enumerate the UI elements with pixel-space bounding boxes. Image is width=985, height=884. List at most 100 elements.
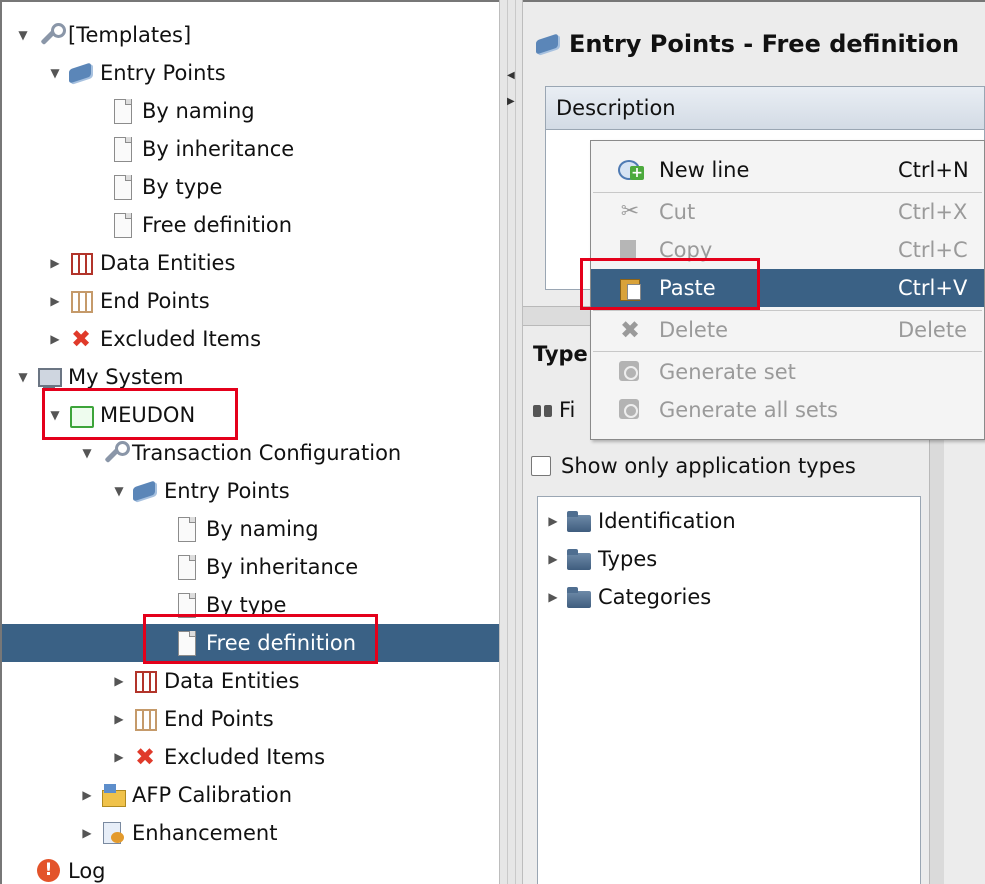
tree-item-templates-by-type[interactable]: By type <box>2 168 499 206</box>
tree-label: My System <box>68 365 184 389</box>
menu-item-generate-set[interactable]: Generate set <box>591 353 984 391</box>
tree-label: By naming <box>142 99 255 123</box>
tree-label: End Points <box>164 707 274 731</box>
find-button[interactable]: Fi <box>533 398 575 422</box>
types-tree-item-categories[interactable]: ▶ Categories <box>546 579 711 615</box>
book-icon <box>535 31 561 57</box>
menu-shortcut: Ctrl+C <box>898 238 968 262</box>
tree-label: Categories <box>598 585 712 609</box>
tree-item-tc-by-naming[interactable]: By naming <box>2 510 499 548</box>
end-points-icon <box>132 706 158 732</box>
collapsed-arrow-icon[interactable]: ▶ <box>546 552 560 566</box>
expand-right-icon[interactable]: ▶ <box>507 96 515 107</box>
tree-item-tc-end-points[interactable]: ▶ End Points <box>2 700 499 738</box>
types-tree: ▶ Identification ▶ Types ▶ Categories <box>537 496 921 884</box>
collapsed-arrow-icon[interactable]: ▶ <box>80 826 94 840</box>
menu-shortcut: Ctrl+V <box>898 276 968 300</box>
collapsed-arrow-icon[interactable]: ▶ <box>112 750 126 764</box>
types-tree-item-identification[interactable]: ▶ Identification <box>546 503 736 539</box>
tree-label: Enhancement <box>132 821 278 845</box>
folder-icon <box>566 508 592 534</box>
tree-item-templates[interactable]: ▼ [Templates] <box>2 16 499 54</box>
tree-label: AFP Calibration <box>132 783 293 807</box>
tree-label: By inheritance <box>206 555 359 579</box>
highlight-box-paste <box>580 258 760 310</box>
tree-item-templates-by-naming[interactable]: By naming <box>2 92 499 130</box>
collapsed-arrow-icon[interactable]: ▶ <box>112 712 126 726</box>
collapsed-arrow-icon[interactable]: ▶ <box>112 674 126 688</box>
expanded-arrow-icon[interactable]: ▼ <box>16 370 30 384</box>
tree-label: By type <box>142 175 223 199</box>
checkbox[interactable] <box>531 456 551 476</box>
navigation-tree: ▼ [Templates] ▼ Entry Points By naming B… <box>0 0 499 884</box>
tree-item-tc-entry-points[interactable]: ▼ Entry Points <box>2 472 499 510</box>
page-icon <box>110 174 136 200</box>
menu-shortcut: Ctrl+N <box>898 158 969 182</box>
collapsed-arrow-icon[interactable]: ▶ <box>48 332 62 346</box>
tree-item-templates-data-entities[interactable]: ▶ Data Entities <box>2 244 499 282</box>
tree-item-afp-calibration[interactable]: ▶ AFP Calibration <box>2 776 499 814</box>
scissors-icon: ✂ <box>620 199 640 224</box>
tree-label: Types <box>598 547 658 571</box>
tree-label: [Templates] <box>68 23 192 47</box>
types-tree-item-types[interactable]: ▶ Types <box>546 541 657 577</box>
menu-item-new-line[interactable]: New line Ctrl+N <box>591 151 984 189</box>
splitter-grip[interactable] <box>507 0 516 884</box>
page-title: Entry Points - Free definition <box>535 30 959 58</box>
tree-label: Entry Points <box>164 479 290 503</box>
show-only-application-types-checkbox[interactable]: Show only application types <box>531 454 856 478</box>
tree-item-templates-entry-points[interactable]: ▼ Entry Points <box>2 54 499 92</box>
tree-label: Excluded Items <box>164 745 326 769</box>
tree-label: Entry Points <box>100 61 226 85</box>
tree-item-enhancement[interactable]: ▶ Enhancement <box>2 814 499 852</box>
highlight-box-free-definition <box>143 614 378 664</box>
page-icon <box>110 98 136 124</box>
calibration-folder-icon <box>100 782 126 808</box>
menu-item-generate-all-sets[interactable]: Generate all sets <box>591 391 984 429</box>
tree-label: Data Entities <box>100 251 236 275</box>
tree-item-tc-excluded-items[interactable]: ▶ ✖ Excluded Items <box>2 738 499 776</box>
collapsed-arrow-icon[interactable]: ▶ <box>546 514 560 528</box>
red-x-icon: ✖ <box>70 325 92 353</box>
menu-label: Generate all sets <box>659 398 839 422</box>
checkbox-label: Show only application types <box>561 454 856 478</box>
page-icon <box>110 136 136 162</box>
collapsed-arrow-icon[interactable]: ▶ <box>80 788 94 802</box>
menu-shortcut: Delete <box>898 318 967 342</box>
expanded-arrow-icon[interactable]: ▼ <box>48 66 62 80</box>
delete-x-icon: ✖ <box>619 316 641 344</box>
expanded-arrow-icon[interactable]: ▼ <box>112 484 126 498</box>
alert-icon <box>36 858 62 884</box>
tree-item-tc-data-entities[interactable]: ▶ Data Entities <box>2 662 499 700</box>
expanded-arrow-icon[interactable]: ▼ <box>80 446 94 460</box>
tree-item-templates-end-points[interactable]: ▶ End Points <box>2 282 499 320</box>
menu-label: Generate set <box>659 360 796 384</box>
computer-icon <box>36 364 62 390</box>
tree-item-tc-by-inheritance[interactable]: By inheritance <box>2 548 499 586</box>
red-x-icon: ✖ <box>134 743 156 771</box>
pane-splitter[interactable]: ◀ ▶ <box>499 0 523 884</box>
description-column-header[interactable]: Description <box>546 87 984 130</box>
highlight-box-meudon <box>42 388 238 440</box>
find-label: Fi <box>559 398 576 422</box>
tree-item-templates-free-definition[interactable]: Free definition <box>2 206 499 244</box>
collapsed-arrow-icon[interactable]: ▶ <box>546 590 560 604</box>
tree-item-templates-by-inheritance[interactable]: By inheritance <box>2 130 499 168</box>
menu-item-cut[interactable]: ✂ Cut Ctrl+X <box>591 193 984 231</box>
menu-item-delete[interactable]: ✖ Delete Delete <box>591 311 984 349</box>
folder-icon <box>566 584 592 610</box>
collapsed-arrow-icon[interactable]: ▶ <box>48 256 62 270</box>
expanded-arrow-icon[interactable]: ▼ <box>16 28 30 42</box>
collapse-left-icon[interactable]: ◀ <box>507 70 515 81</box>
collapsed-arrow-icon[interactable]: ▶ <box>48 294 62 308</box>
tree-label: Log <box>68 859 106 883</box>
tree-item-templates-excluded-items[interactable]: ▶ ✖ Excluded Items <box>2 320 499 358</box>
tree-label: Transaction Configuration <box>132 441 402 465</box>
tree-label: Identification <box>598 509 736 533</box>
book-icon <box>132 478 158 504</box>
page-icon <box>110 212 136 238</box>
tree-item-log[interactable]: Log <box>2 852 499 884</box>
page-title-text: Entry Points - Free definition <box>569 30 960 58</box>
tree-label: By inheritance <box>142 137 295 161</box>
data-entities-icon <box>68 250 94 276</box>
